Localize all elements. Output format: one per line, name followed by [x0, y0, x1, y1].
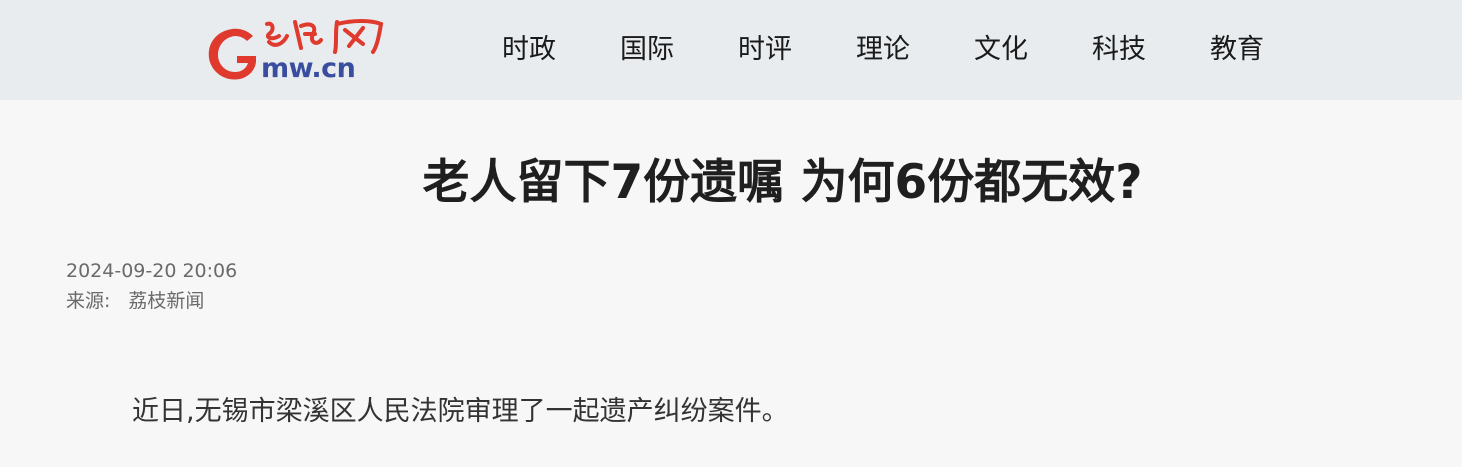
source-name: 荔枝新闻: [128, 290, 205, 312]
article-title: 老人留下7份遗嘱 为何6份都无效?: [422, 155, 1143, 210]
nav-item-shiping[interactable]: 时评: [706, 0, 824, 100]
source-label: 来源:: [66, 290, 111, 312]
nav-item-jiaoyu[interactable]: 教育: [1178, 0, 1296, 100]
article-meta: 2024-09-20 20:06 来源: 荔枝新闻: [66, 256, 237, 316]
site-header: mw.cn 时政 国际 时评 理论 文化 科技 教育: [0, 0, 1462, 100]
site-logo[interactable]: mw.cn: [203, 14, 387, 86]
main-nav: 时政 国际 时评 理论 文化 科技 教育: [470, 0, 1296, 100]
article-source: 来源: 荔枝新闻: [66, 286, 237, 316]
article-paragraph: 近日,无锡市梁溪区人民法院审理了一起遗产纠纷案件。: [132, 396, 789, 427]
nav-item-keji[interactable]: 科技: [1060, 0, 1178, 100]
article-datetime: 2024-09-20 20:06: [66, 260, 238, 282]
nav-item-shizheng[interactable]: 时政: [470, 0, 588, 100]
logo-domain-text: mw.cn: [261, 53, 356, 84]
nav-item-wenhua[interactable]: 文化: [942, 0, 1060, 100]
nav-item-lilun[interactable]: 理论: [824, 0, 942, 100]
nav-item-guoji[interactable]: 国际: [588, 0, 706, 100]
